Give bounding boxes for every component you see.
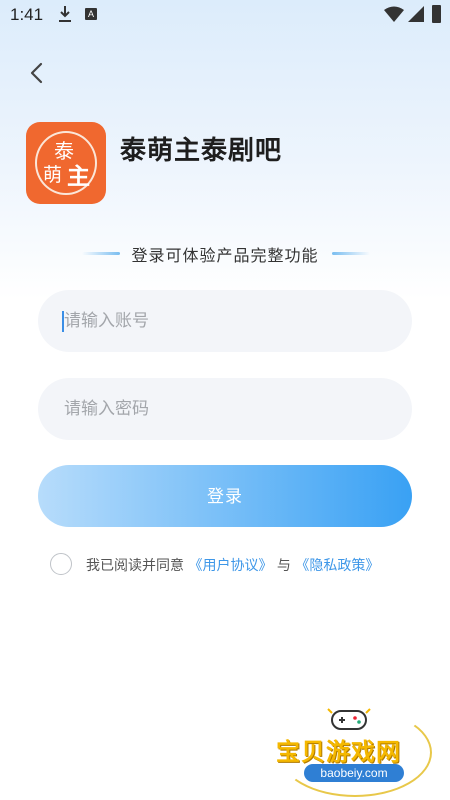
app-name: 泰萌主泰剧吧 — [120, 136, 283, 166]
account-field[interactable] — [38, 290, 412, 352]
notification-a-icon: A — [85, 8, 97, 20]
privacy-policy-link[interactable]: 《隐私政策》 — [295, 558, 379, 574]
wifi-icon — [384, 6, 404, 22]
agreement-text: 我已阅读并同意 《用户协议》 与 《隐私政策》 — [86, 555, 379, 575]
tagline: 登录可体验产品完整功能 — [131, 246, 319, 265]
agreement-checkbox[interactable] — [50, 553, 72, 575]
login-button[interactable]: 登录 — [38, 465, 412, 527]
agreement-row: 我已阅读并同意 《用户协议》 与 《隐私政策》 — [50, 552, 430, 578]
download-icon — [59, 6, 71, 22]
watermark-url: baobeiy.com — [304, 764, 404, 782]
tagline-section: 登录可体验产品完整功能 — [0, 242, 450, 265]
agreement-prefix: 我已阅读并同意 — [86, 558, 184, 574]
app-logo: 泰 萌 主 — [26, 122, 106, 204]
status-time: 1:41 — [10, 5, 44, 24]
gamepad-icon — [327, 708, 371, 730]
user-agreement-link[interactable]: 《用户协议》 — [188, 558, 272, 574]
watermark-logo: 宝贝游戏网 baobeiy.com — [268, 700, 438, 797]
account-input[interactable] — [64, 290, 384, 352]
password-input[interactable] — [64, 378, 384, 440]
agreement-conjunction: 与 — [276, 558, 291, 574]
battery-icon — [432, 5, 441, 23]
watermark-text: 宝贝游戏网 — [276, 738, 401, 766]
signal-icon — [408, 6, 424, 22]
logo-char: 主 — [67, 163, 90, 190]
back-arrow-icon[interactable] — [22, 58, 52, 88]
status-bar: 1:41 A — [0, 0, 450, 30]
password-field[interactable] — [38, 378, 412, 440]
logo-char: 萌 — [43, 164, 63, 186]
tagline-divider-right — [332, 252, 370, 255]
